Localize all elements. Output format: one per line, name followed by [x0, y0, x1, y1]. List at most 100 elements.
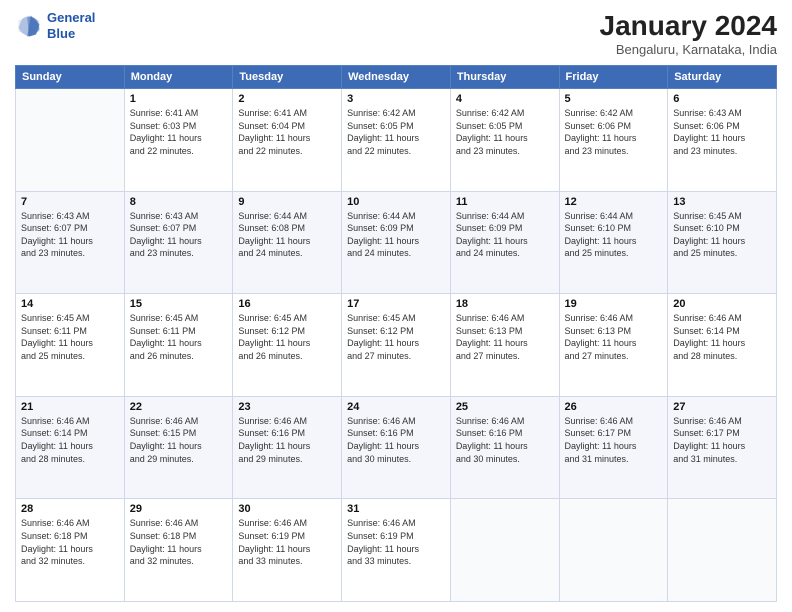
calendar-cell: 12Sunrise: 6:44 AM Sunset: 6:10 PM Dayli…	[559, 191, 668, 294]
day-info: Sunrise: 6:46 AM Sunset: 6:18 PM Dayligh…	[21, 517, 119, 567]
day-info: Sunrise: 6:46 AM Sunset: 6:13 PM Dayligh…	[456, 312, 554, 362]
calendar-cell: 25 Sunrise: 6:46 AM Sunset: 6:16 PM Dayli…	[450, 396, 559, 499]
day-number: 7	[21, 196, 119, 208]
calendar-cell: 27 Sunrise: 6:46 AM Sunset: 6:17 PM Dayli…	[668, 396, 777, 499]
day-number: 18	[456, 298, 554, 310]
calendar-header: SundayMondayTuesdayWednesdayThursdayFrid…	[16, 66, 777, 89]
calendar-cell: 16 Sunrise: 6:45 AM Sunset: 6:12 PM Dayli…	[233, 294, 342, 397]
calendar-cell: 13Sunrise: 6:45 AM Sunset: 6:10 PM Dayli…	[668, 191, 777, 294]
calendar-cell: 23 Sunrise: 6:46 AM Sunset: 6:16 PM Dayli…	[233, 396, 342, 499]
day-number: 19	[565, 298, 663, 310]
day-info: Sunrise: 6:46 AM Sunset: 6:17 PM Dayligh…	[673, 415, 771, 465]
day-info: Sunrise: 6:46 AM Sunset: 6:19 PM Dayligh…	[238, 517, 336, 567]
calendar-week-row: 7 Sunrise: 6:43 AM Sunset: 6:07 PM Daylig…	[16, 191, 777, 294]
calendar-cell: 5 Sunrise: 6:42 AM Sunset: 6:06 PM Daylig…	[559, 89, 668, 192]
day-of-week-header: Tuesday	[233, 66, 342, 89]
day-number: 5	[565, 93, 663, 105]
day-number: 30	[238, 503, 336, 515]
day-info: Sunrise: 6:46 AM Sunset: 6:16 PM Dayligh…	[456, 415, 554, 465]
day-info: Sunrise: 6:41 AM Sunset: 6:04 PM Dayligh…	[238, 107, 336, 157]
day-number: 14	[21, 298, 119, 310]
calendar-cell: 3 Sunrise: 6:42 AM Sunset: 6:05 PM Daylig…	[342, 89, 451, 192]
calendar-cell: 8 Sunrise: 6:43 AM Sunset: 6:07 PM Daylig…	[124, 191, 233, 294]
day-info: Sunrise: 6:46 AM Sunset: 6:16 PM Dayligh…	[238, 415, 336, 465]
calendar-cell: 22 Sunrise: 6:46 AM Sunset: 6:15 PM Dayli…	[124, 396, 233, 499]
calendar-cell: 26Sunrise: 6:46 AM Sunset: 6:17 PM Dayli…	[559, 396, 668, 499]
calendar-body: 1 Sunrise: 6:41 AM Sunset: 6:03 PM Daylig…	[16, 89, 777, 602]
day-number: 16	[238, 298, 336, 310]
calendar-cell: 2 Sunrise: 6:41 AM Sunset: 6:04 PM Daylig…	[233, 89, 342, 192]
day-number: 23	[238, 401, 336, 413]
day-info: Sunrise: 6:44 AM Sunset: 6:08 PM Dayligh…	[238, 210, 336, 260]
day-info: Sunrise: 6:42 AM Sunset: 6:05 PM Dayligh…	[347, 107, 445, 157]
calendar-cell: 7 Sunrise: 6:43 AM Sunset: 6:07 PM Daylig…	[16, 191, 125, 294]
day-number: 31	[347, 503, 445, 515]
day-info: Sunrise: 6:46 AM Sunset: 6:16 PM Dayligh…	[347, 415, 445, 465]
day-number: 12	[565, 196, 663, 208]
day-info: Sunrise: 6:45 AM Sunset: 6:11 PM Dayligh…	[21, 312, 119, 362]
day-info: Sunrise: 6:44 AM Sunset: 6:09 PM Dayligh…	[347, 210, 445, 260]
day-of-week-header: Thursday	[450, 66, 559, 89]
day-number: 11	[456, 196, 554, 208]
calendar-cell: 18 Sunrise: 6:46 AM Sunset: 6:13 PM Dayli…	[450, 294, 559, 397]
calendar-cell: 31Sunrise: 6:46 AM Sunset: 6:19 PM Dayli…	[342, 499, 451, 602]
day-number: 3	[347, 93, 445, 105]
day-number: 27	[673, 401, 771, 413]
day-info: Sunrise: 6:46 AM Sunset: 6:14 PM Dayligh…	[21, 415, 119, 465]
calendar-week-row: 28 Sunrise: 6:46 AM Sunset: 6:18 PM Dayli…	[16, 499, 777, 602]
day-info: Sunrise: 6:45 AM Sunset: 6:12 PM Dayligh…	[238, 312, 336, 362]
day-info: Sunrise: 6:46 AM Sunset: 6:13 PM Dayligh…	[565, 312, 663, 362]
calendar-table: SundayMondayTuesdayWednesdayThursdayFrid…	[15, 65, 777, 602]
day-number: 8	[130, 196, 228, 208]
day-info: Sunrise: 6:41 AM Sunset: 6:03 PM Dayligh…	[130, 107, 228, 157]
day-info: Sunrise: 6:46 AM Sunset: 6:15 PM Dayligh…	[130, 415, 228, 465]
calendar-cell: 14 Sunrise: 6:45 AM Sunset: 6:11 PM Dayli…	[16, 294, 125, 397]
day-number: 28	[21, 503, 119, 515]
day-of-week-header: Saturday	[668, 66, 777, 89]
subtitle: Bengaluru, Karnataka, India	[600, 42, 777, 57]
page: General Blue January 2024 Bengaluru, Kar…	[0, 0, 792, 612]
day-number: 17	[347, 298, 445, 310]
calendar-cell	[16, 89, 125, 192]
calendar-cell	[668, 499, 777, 602]
day-number: 9	[238, 196, 336, 208]
header-row: SundayMondayTuesdayWednesdayThursdayFrid…	[16, 66, 777, 89]
day-of-week-header: Sunday	[16, 66, 125, 89]
day-info: Sunrise: 6:42 AM Sunset: 6:06 PM Dayligh…	[565, 107, 663, 157]
calendar-cell: 28 Sunrise: 6:46 AM Sunset: 6:18 PM Dayli…	[16, 499, 125, 602]
day-info: Sunrise: 6:42 AM Sunset: 6:05 PM Dayligh…	[456, 107, 554, 157]
calendar-cell: 11 Sunrise: 6:44 AM Sunset: 6:09 PM Dayli…	[450, 191, 559, 294]
logo-icon	[15, 12, 43, 40]
day-number: 4	[456, 93, 554, 105]
day-number: 13	[673, 196, 771, 208]
month-title: January 2024	[600, 10, 777, 42]
day-number: 29	[130, 503, 228, 515]
day-info: Sunrise: 6:44 AM Sunset: 6:09 PM Dayligh…	[456, 210, 554, 260]
day-number: 1	[130, 93, 228, 105]
day-info: Sunrise: 6:46 AM Sunset: 6:14 PM Dayligh…	[673, 312, 771, 362]
calendar-cell: 10 Sunrise: 6:44 AM Sunset: 6:09 PM Dayli…	[342, 191, 451, 294]
calendar-cell: 24Sunrise: 6:46 AM Sunset: 6:16 PM Dayli…	[342, 396, 451, 499]
logo: General Blue	[15, 10, 95, 41]
day-info: Sunrise: 6:45 AM Sunset: 6:11 PM Dayligh…	[130, 312, 228, 362]
calendar-cell: 20Sunrise: 6:46 AM Sunset: 6:14 PM Dayli…	[668, 294, 777, 397]
day-number: 25	[456, 401, 554, 413]
day-number: 2	[238, 93, 336, 105]
day-info: Sunrise: 6:43 AM Sunset: 6:07 PM Dayligh…	[21, 210, 119, 260]
calendar-week-row: 14 Sunrise: 6:45 AM Sunset: 6:11 PM Dayli…	[16, 294, 777, 397]
day-number: 10	[347, 196, 445, 208]
calendar-week-row: 1 Sunrise: 6:41 AM Sunset: 6:03 PM Daylig…	[16, 89, 777, 192]
calendar-cell: 19 Sunrise: 6:46 AM Sunset: 6:13 PM Dayli…	[559, 294, 668, 397]
header: General Blue January 2024 Bengaluru, Kar…	[15, 10, 777, 57]
calendar-week-row: 21Sunrise: 6:46 AM Sunset: 6:14 PM Dayli…	[16, 396, 777, 499]
day-number: 6	[673, 93, 771, 105]
calendar-cell: 15Sunrise: 6:45 AM Sunset: 6:11 PM Dayli…	[124, 294, 233, 397]
day-info: Sunrise: 6:46 AM Sunset: 6:18 PM Dayligh…	[130, 517, 228, 567]
logo-line1: General	[47, 10, 95, 26]
calendar-cell: 29 Sunrise: 6:46 AM Sunset: 6:18 PM Dayli…	[124, 499, 233, 602]
logo-line2: Blue	[47, 26, 95, 42]
calendar-cell	[450, 499, 559, 602]
calendar-cell: 9 Sunrise: 6:44 AM Sunset: 6:08 PM Daylig…	[233, 191, 342, 294]
day-number: 22	[130, 401, 228, 413]
day-info: Sunrise: 6:43 AM Sunset: 6:07 PM Dayligh…	[130, 210, 228, 260]
